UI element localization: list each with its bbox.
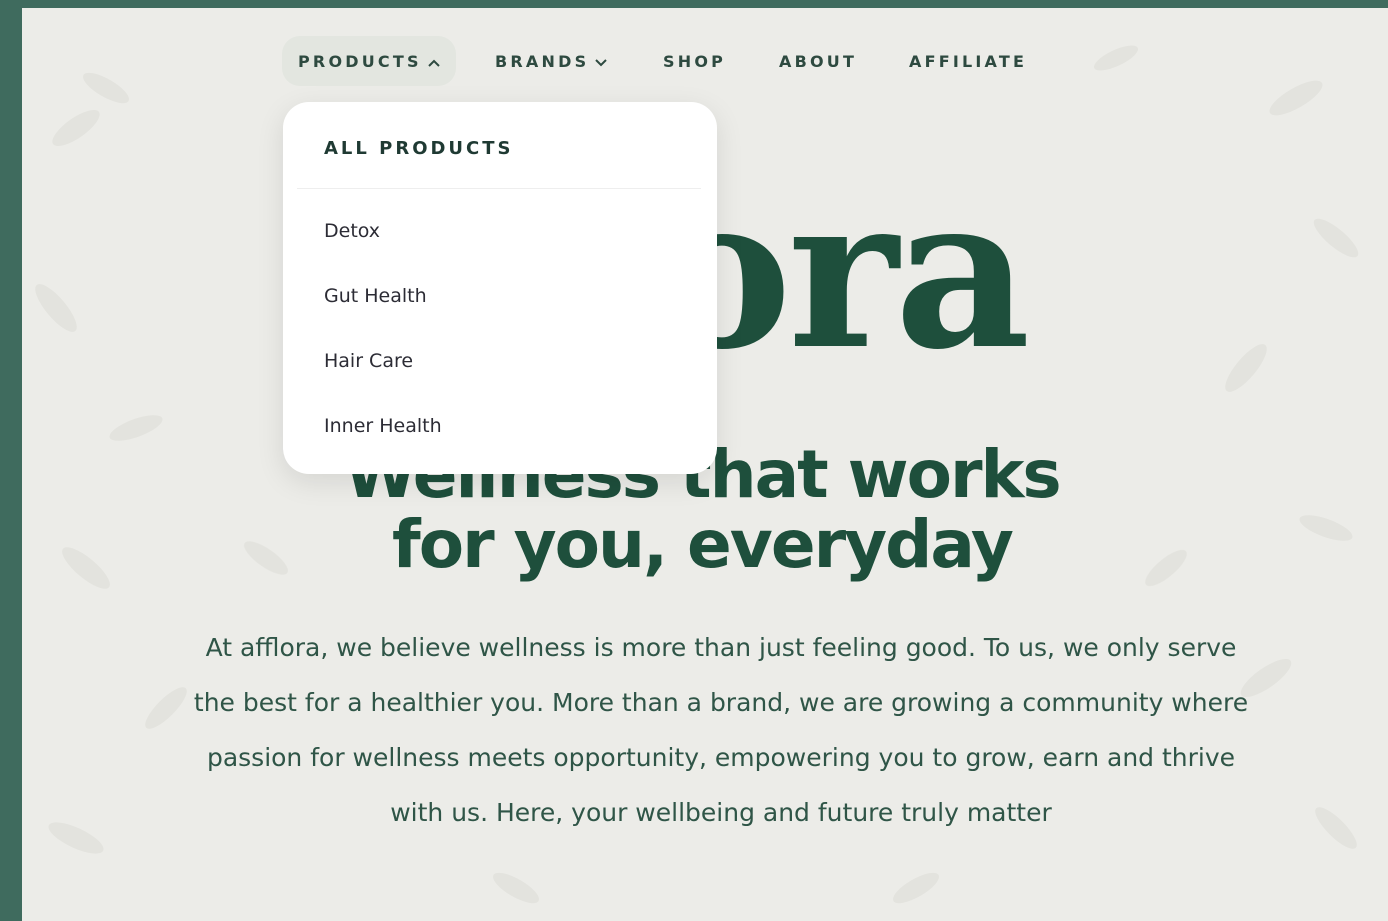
nav-affiliate[interactable]: AFFILIATE <box>909 36 1027 86</box>
nav-about[interactable]: ABOUT <box>779 36 857 86</box>
nav-brands-label: BRANDS <box>495 51 590 71</box>
dropdown-item-hair-care[interactable]: Hair Care <box>324 350 413 372</box>
main-nav: PRODUCTS BRANDS SHOP ABOUT AFFILIATE <box>16 36 1388 86</box>
nav-affiliate-label: AFFILIATE <box>909 51 1028 71</box>
dropdown-item-detox[interactable]: Detox <box>324 220 380 242</box>
headline-line-2: for you, everyday <box>392 506 1014 583</box>
nav-shop-label: SHOP <box>663 51 727 71</box>
page-frame: PRODUCTS BRANDS SHOP ABOUT AFFILIATE lor… <box>16 8 1388 921</box>
dropdown-heading-all-products[interactable]: ALL PRODUCTS <box>324 138 514 159</box>
nav-products-label: PRODUCTS <box>298 51 422 71</box>
hero-paragraph: At afflora, we believe wellness is more … <box>193 633 1249 827</box>
chevron-down-icon <box>595 52 608 71</box>
dropdown-divider <box>297 188 701 189</box>
frame-left-border <box>16 8 22 921</box>
chevron-up-icon <box>427 52 440 71</box>
nav-shop[interactable]: SHOP <box>663 36 726 86</box>
products-dropdown: ALL PRODUCTS Detox Gut Health Hair Care … <box>283 102 717 474</box>
nav-brands[interactable]: BRANDS <box>495 36 608 86</box>
dropdown-item-inner-health[interactable]: Inner Health <box>324 415 442 437</box>
nav-products[interactable]: PRODUCTS <box>282 36 456 86</box>
dropdown-item-gut-health[interactable]: Gut Health <box>324 285 427 307</box>
nav-about-label: ABOUT <box>779 51 858 71</box>
